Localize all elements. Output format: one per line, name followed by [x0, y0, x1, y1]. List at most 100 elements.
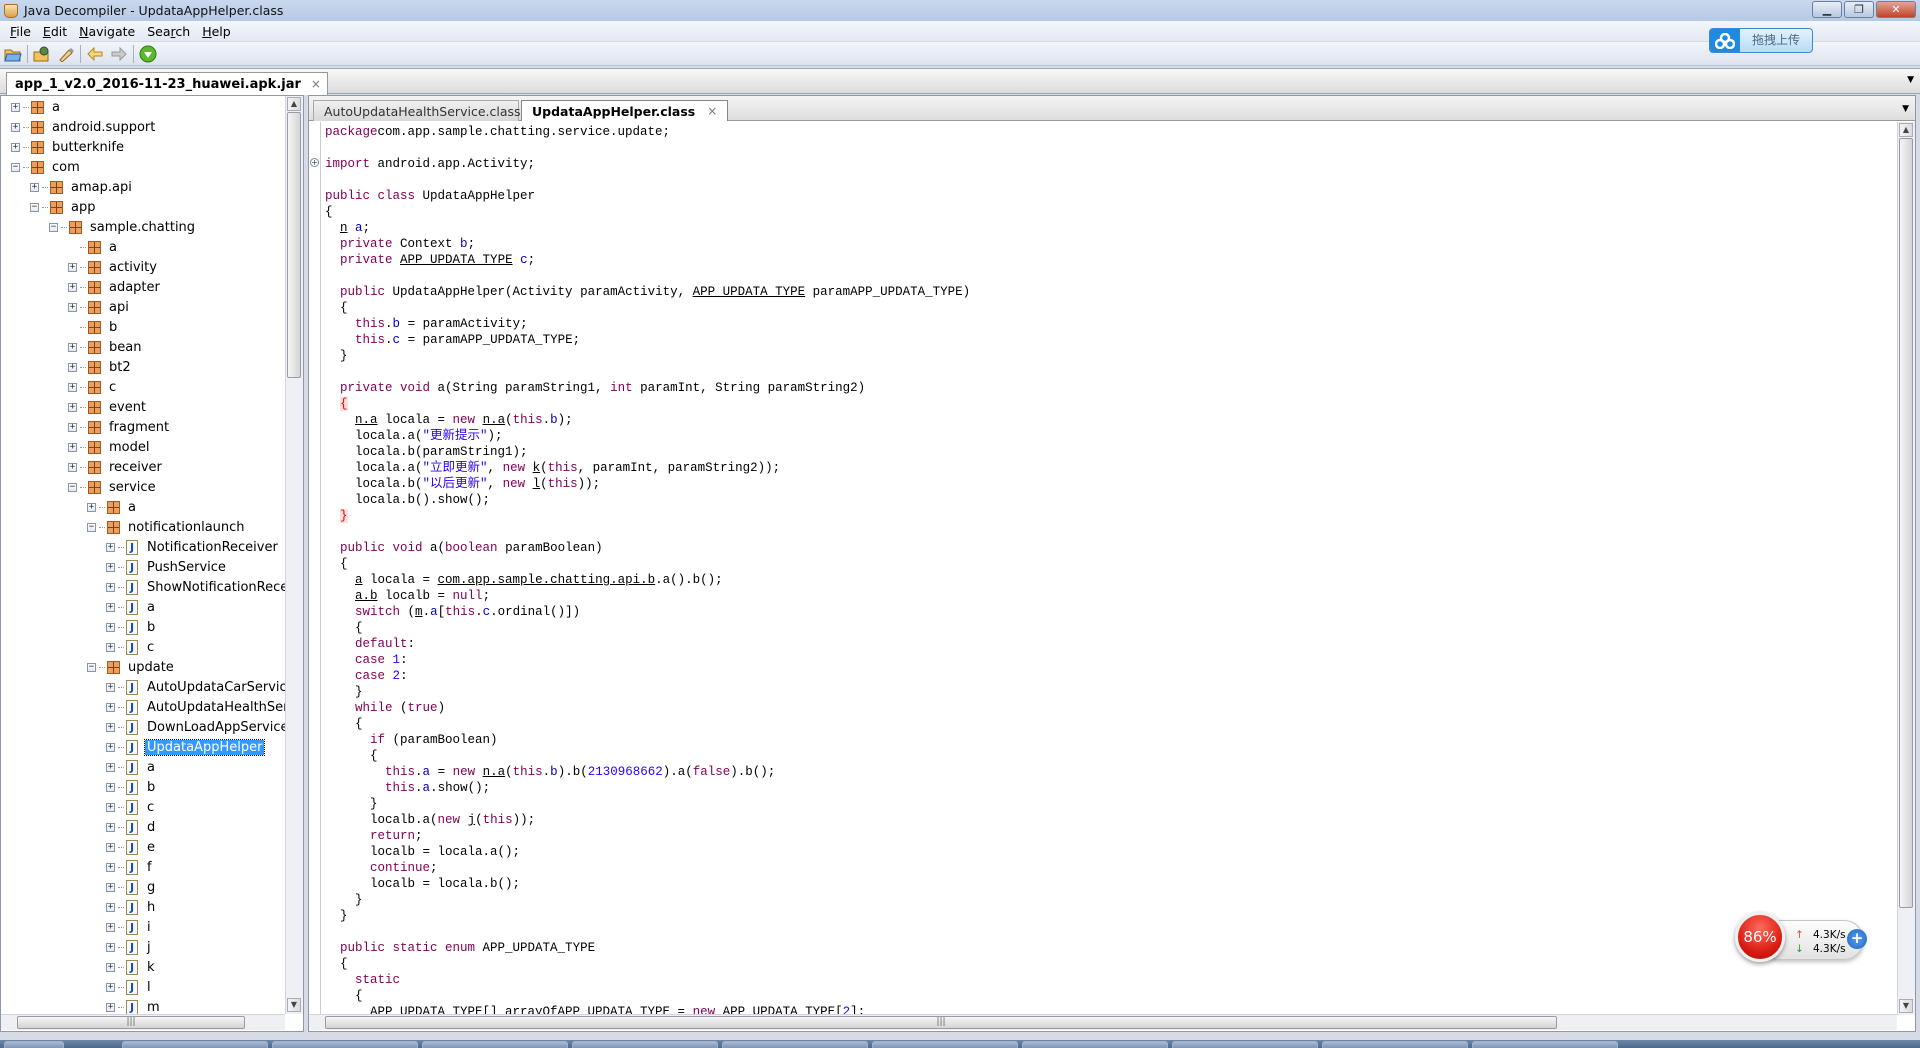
menu-Navigate[interactable]: Navigate	[73, 24, 141, 39]
search-icon[interactable]	[56, 44, 76, 64]
collapse-icon[interactable]: −	[87, 662, 96, 672]
tree-package-android.support[interactable]: + android.support	[11, 117, 157, 137]
expand-icon[interactable]: +	[106, 882, 115, 892]
expand-icon[interactable]: +	[106, 922, 115, 932]
editor-horizontal-scrollbar[interactable]: |||	[309, 1014, 1897, 1030]
tree-package-a[interactable]: + a	[87, 497, 138, 517]
tree-package-update[interactable]: − update	[87, 657, 176, 677]
open-type-icon[interactable]	[32, 44, 52, 64]
tree-package-api[interactable]: + api	[68, 297, 131, 317]
expand-icon[interactable]: +	[106, 682, 115, 692]
expand-icon[interactable]: +	[68, 442, 77, 452]
expand-icon[interactable]: +	[106, 902, 115, 912]
tree-package-activity[interactable]: + activity	[68, 257, 159, 277]
taskbar-item[interactable]	[272, 1041, 418, 1048]
tree-class-b[interactable]: + Jb	[106, 617, 157, 637]
expand-icon[interactable]: +	[106, 702, 115, 712]
tree-class-a[interactable]: + Ja	[106, 597, 157, 617]
tree-package-a[interactable]: a	[68, 237, 119, 257]
expand-icon[interactable]: +	[68, 422, 77, 432]
expand-icon[interactable]: +	[106, 542, 115, 552]
close-button[interactable]: ✕	[1876, 1, 1916, 18]
scroll-thumb[interactable]: |||	[325, 1016, 1557, 1029]
expand-icon[interactable]: +	[68, 462, 77, 472]
tree-class-c[interactable]: + Jc	[106, 797, 156, 817]
tree-package-receiver[interactable]: + receiver	[68, 457, 164, 477]
tree-class-downloadappservice[interactable]: + J DownLoadAppService	[106, 717, 290, 737]
start-button[interactable]	[4, 1041, 64, 1048]
collapse-icon[interactable]: −	[87, 522, 96, 532]
expand-icon[interactable]: +	[68, 362, 77, 372]
menu-File[interactable]: File	[4, 24, 37, 39]
tree-class-h[interactable]: + Jh	[106, 897, 157, 917]
expand-icon[interactable]: +	[106, 862, 115, 872]
tree-package-bean[interactable]: + bean	[68, 337, 143, 357]
expand-icon[interactable]: +	[11, 102, 20, 112]
taskbar-item[interactable]	[872, 1041, 1018, 1048]
collapse-icon[interactable]: −	[30, 202, 39, 212]
tab-updataapphelper[interactable]: UpdataAppHelper.class ×	[521, 100, 729, 121]
expand-icon[interactable]: +	[106, 1002, 115, 1012]
expand-icon[interactable]: +	[68, 262, 77, 272]
expand-imports-icon[interactable]: +	[310, 158, 319, 167]
tree-package-model[interactable]: + model	[68, 437, 151, 457]
tab-autoupdatahealthservice[interactable]: AutoUpdataHealthService.class	[313, 100, 521, 121]
expand-icon[interactable]: +	[106, 782, 115, 792]
expand-icon[interactable]: +	[106, 622, 115, 632]
scroll-thumb[interactable]	[1899, 138, 1913, 908]
taskbar-item[interactable]	[722, 1041, 868, 1048]
tree-package-service[interactable]: − service	[68, 477, 158, 497]
scroll-down-arrow[interactable]: ▼	[287, 998, 301, 1012]
expand-icon[interactable]: +	[106, 742, 115, 752]
menu-Help[interactable]: Help	[196, 24, 237, 39]
tree-package-bt2[interactable]: + bt2	[68, 357, 133, 377]
expand-icon[interactable]: +	[106, 762, 115, 772]
expand-icon[interactable]: +	[106, 642, 115, 652]
taskbar-item[interactable]	[1322, 1041, 1468, 1048]
tree-class-shownotificationreceive[interactable]: + J ShowNotificationReceive	[106, 577, 303, 597]
tree-package-c[interactable]: + c	[68, 377, 118, 397]
scroll-up-arrow[interactable]: ▲	[287, 97, 301, 111]
tab-archive[interactable]: app_1_v2.0_2016-11-23_huawei.apk.jar ×	[6, 72, 328, 95]
tree-class-notificationreceiver[interactable]: + J NotificationReceiver	[106, 537, 280, 557]
expand-icon[interactable]: +	[106, 982, 115, 992]
tree-class-f[interactable]: + Jf	[106, 857, 154, 877]
tree-package-butterknife[interactable]: + butterknife	[11, 137, 126, 157]
taskbar-item[interactable]	[572, 1041, 718, 1048]
collapse-icon[interactable]: −	[11, 162, 20, 172]
expand-icon[interactable]: +	[68, 302, 77, 312]
expand-icon[interactable]: +	[106, 962, 115, 972]
expand-icon[interactable]: +	[106, 582, 115, 592]
tree-package-com[interactable]: − com	[11, 157, 82, 177]
expand-icon[interactable]: +	[87, 502, 96, 512]
scroll-up-arrow[interactable]: ▲	[1899, 123, 1913, 137]
expand-icon[interactable]: +	[11, 122, 20, 132]
tree-class-autoupdatacarservice[interactable]: + J AutoUpdataCarService	[106, 677, 297, 697]
expand-icon[interactable]: +	[106, 822, 115, 832]
tree-horizontal-scrollbar[interactable]: |||	[1, 1014, 285, 1030]
tree-class-updataapphelper[interactable]: + J UpdataAppHelper	[106, 737, 266, 757]
tab-list-dropdown-icon[interactable]: ▼	[1907, 75, 1914, 85]
close-tab-icon[interactable]: ×	[707, 104, 717, 118]
tree-class-k[interactable]: + Jk	[106, 957, 157, 977]
expand-icon[interactable]: +	[11, 142, 20, 152]
collapse-icon[interactable]: −	[49, 222, 58, 232]
scroll-thumb[interactable]	[287, 112, 301, 378]
expand-icon[interactable]: +	[106, 722, 115, 732]
expand-icon[interactable]: +	[106, 562, 115, 572]
scroll-thumb[interactable]: |||	[17, 1016, 245, 1029]
tree-class-j[interactable]: + Jj	[106, 937, 153, 957]
source-code[interactable]: packagecom.app.sample.chatting.service.u…	[325, 124, 1895, 1014]
expand-icon[interactable]: +	[68, 382, 77, 392]
taskbar-item[interactable]	[122, 1041, 268, 1048]
editor-vertical-scrollbar[interactable]: ▲ ▼	[1897, 122, 1915, 1015]
expand-icon[interactable]: +	[30, 182, 39, 192]
back-icon[interactable]	[85, 44, 105, 64]
expand-icon[interactable]: +	[68, 282, 77, 292]
expand-icon[interactable]: +	[106, 842, 115, 852]
expand-icon[interactable]: +	[106, 942, 115, 952]
menu-Edit[interactable]: Edit	[37, 24, 73, 39]
tree-class-b[interactable]: + Jb	[106, 777, 157, 797]
jd-online-icon[interactable]	[138, 44, 158, 64]
collapse-icon[interactable]: −	[68, 482, 77, 492]
